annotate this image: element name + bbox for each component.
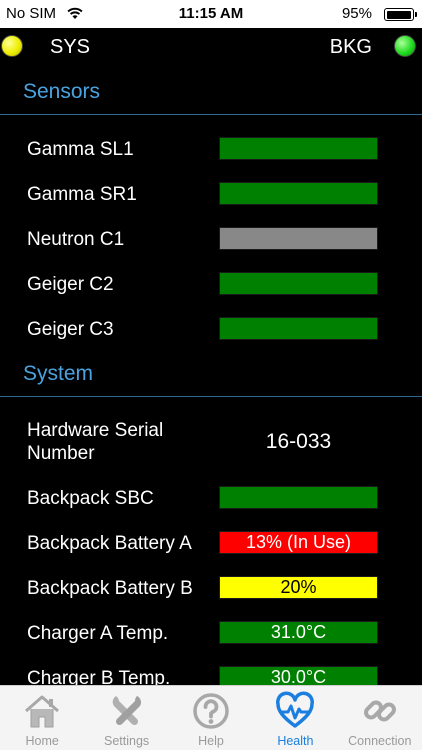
wrench-icon bbox=[112, 696, 141, 726]
sensors-header: Sensors bbox=[23, 80, 101, 103]
tab-bar: Home Settings Help Health Connection bbox=[0, 685, 422, 750]
battery-percent: 95% bbox=[341, 5, 372, 22]
tab-health[interactable]: Health bbox=[253, 686, 337, 750]
status-bar: No SIM 11:15 AM 95% bbox=[0, 0, 422, 28]
help-icon bbox=[193, 693, 229, 729]
system-divider bbox=[0, 396, 422, 397]
battery-a-status-bar: 13% (In Use) bbox=[219, 531, 378, 554]
bkg-status-led bbox=[394, 35, 416, 57]
sensor-status-bar bbox=[219, 272, 378, 295]
indicator-row: SYS BKG bbox=[0, 28, 422, 66]
heart-pulse-icon bbox=[276, 691, 315, 728]
battery-a-label: Backpack Battery A bbox=[27, 533, 192, 554]
tab-home[interactable]: Home bbox=[0, 686, 84, 750]
sensor-status-bar bbox=[219, 182, 378, 205]
link-icon bbox=[363, 700, 396, 722]
backpack-sbc-status-bar bbox=[219, 486, 378, 509]
tab-label: Settings bbox=[104, 734, 150, 748]
tab-label: Connection bbox=[348, 734, 412, 748]
charger-a-label: Charger A Temp. bbox=[27, 623, 169, 644]
serial-value: 16-033 bbox=[265, 430, 332, 453]
tab-label: Home bbox=[25, 734, 59, 748]
battery-icon bbox=[384, 8, 417, 21]
sensor-status-bar bbox=[219, 317, 378, 340]
tab-settings[interactable]: Settings bbox=[84, 686, 168, 750]
battery-b-label: Backpack Battery B bbox=[27, 578, 193, 599]
tab-label: Health bbox=[277, 734, 314, 748]
bkg-label: BKG bbox=[329, 36, 372, 58]
sensor-label: Geiger C3 bbox=[27, 319, 114, 340]
charger-a-status-bar: 31.0°C bbox=[219, 621, 378, 644]
sensor-label: Gamma SR1 bbox=[27, 184, 137, 205]
system-header: System bbox=[23, 362, 94, 385]
sensor-status-bar bbox=[219, 137, 378, 160]
battery-b-status-bar: 20% bbox=[219, 576, 378, 599]
home-icon bbox=[25, 695, 60, 728]
tab-label: Help bbox=[198, 734, 224, 748]
backpack-sbc-label: Backpack SBC bbox=[27, 488, 154, 509]
sys-status-led bbox=[1, 35, 23, 57]
serial-label: Hardware Serial Number bbox=[27, 420, 164, 464]
sys-label: SYS bbox=[50, 36, 91, 58]
sensor-label: Geiger C2 bbox=[27, 274, 114, 295]
sensors-divider bbox=[0, 114, 422, 115]
tab-help[interactable]: Help bbox=[169, 686, 253, 750]
sensor-status-bar bbox=[219, 227, 378, 250]
tab-connection[interactable]: Connection bbox=[338, 686, 422, 750]
sensor-label: Neutron C1 bbox=[27, 229, 125, 250]
sensor-label: Gamma SL1 bbox=[27, 139, 134, 160]
